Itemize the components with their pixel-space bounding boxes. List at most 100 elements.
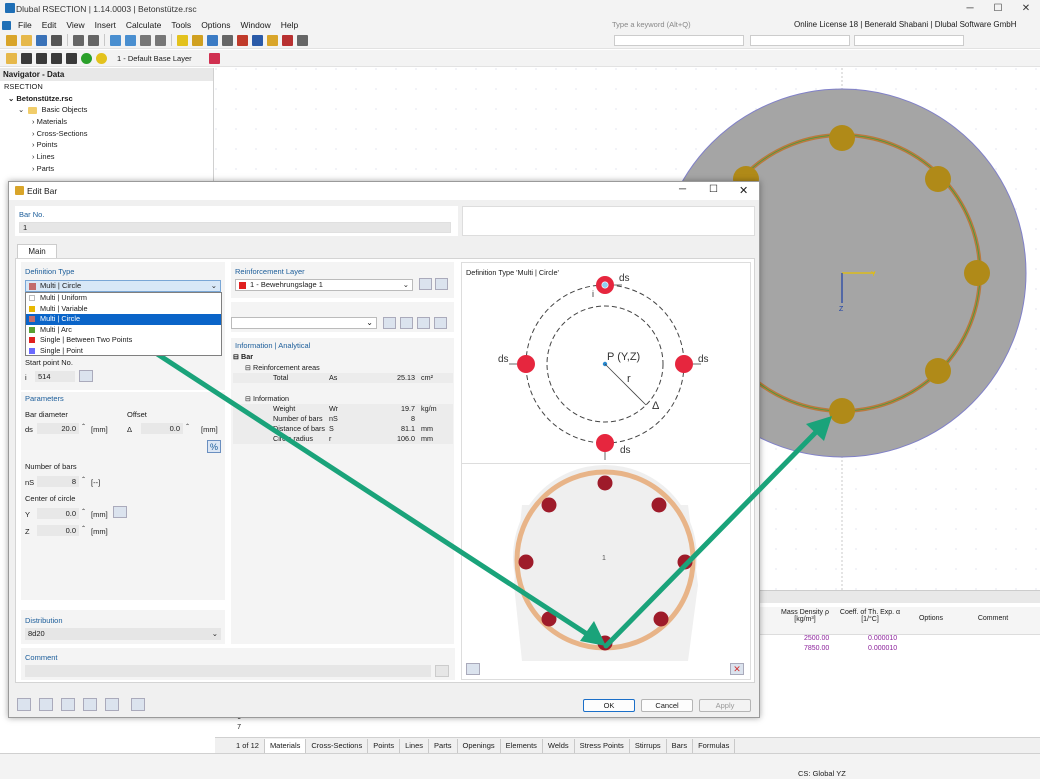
table-icon[interactable] [140,34,151,46]
comment-field[interactable] [25,665,431,677]
layer-icon[interactable] [66,52,77,64]
toolbar-dropdown[interactable] [750,35,850,46]
dialog-close-button[interactable]: ✕ [739,184,748,197]
search-icon[interactable] [17,698,31,711]
bar-diameter-field[interactable]: 20.0 [37,423,79,434]
menu-calculate[interactable]: Calculate [121,20,166,30]
cancel-button[interactable]: Cancel [641,699,693,712]
option-single-point[interactable]: Single | Point [26,346,221,357]
star-icon[interactable] [177,34,188,46]
search-input[interactable]: Type a keyword (Alt+Q) [608,19,778,31]
new-layer-icon[interactable] [419,278,432,290]
toolbar-dropdown[interactable] [854,35,964,46]
preview-reset-icon[interactable]: ✕ [730,663,744,675]
offset-field[interactable]: 0.0 [141,423,183,434]
edit-icon[interactable] [417,317,430,329]
menu-help[interactable]: Help [276,20,303,30]
layer-icon[interactable] [51,52,62,64]
cell[interactable]: 0.000010 [868,645,897,652]
new-icon[interactable] [400,317,413,329]
menu-edit[interactable]: Edit [37,20,62,30]
paint-icon[interactable] [237,34,248,46]
edit-layer-icon[interactable] [435,278,448,290]
dialog-minimize-button[interactable]: ─ [679,184,686,195]
tree-basic-objects[interactable]: ⌄ Basic Objects [4,104,213,116]
spin-icon[interactable]: ⌃ [81,476,86,483]
option-multi-variable[interactable]: Multi | Variable [26,304,221,315]
cell[interactable]: 0.000010 [868,635,897,642]
layer-icon[interactable] [21,52,32,64]
menu-window[interactable]: Window [235,20,275,30]
comment-copy-icon[interactable] [435,665,449,677]
center-z-field[interactable]: 0.0 [37,525,79,536]
menu-insert[interactable]: Insert [90,20,121,30]
tab-lines[interactable]: Lines [400,738,430,753]
result-icon[interactable] [267,34,278,46]
ok-button[interactable]: OK [583,699,635,712]
save-icon[interactable] [36,34,47,46]
minimize-button[interactable]: ─ [956,0,984,18]
tree-points[interactable]: › Points [4,139,213,151]
bulb-icon[interactable] [96,52,107,64]
spin-icon[interactable]: ⌃ [81,423,86,430]
tab-welds[interactable]: Welds [543,738,575,753]
close-button[interactable]: ✕ [1012,0,1040,18]
pencil-icon[interactable] [192,34,203,46]
dialog-maximize-button[interactable]: ☐ [709,184,718,195]
tree-cross-sections[interactable]: › Cross-Sections [4,128,213,140]
option-multi-circle[interactable]: Multi | Circle [26,314,221,325]
pin-icon[interactable] [209,52,220,64]
units-icon[interactable] [39,698,53,711]
tree-file[interactable]: ⌄ Betonstütze.rsc [4,93,213,105]
new-file-icon[interactable] [6,34,17,46]
info-bar-row[interactable]: ⊟ Bar [233,352,453,362]
layer-select[interactable]: 1 - Default Base Layer [117,54,207,63]
pick-center-icon[interactable] [113,506,127,518]
spin-icon[interactable]: ⌃ [185,423,190,430]
menu-file[interactable]: File [13,20,37,30]
view-icon[interactable] [110,34,121,46]
app-menu-icon[interactable] [2,20,11,30]
edit-icon[interactable] [6,52,17,64]
tab-points[interactable]: Points [368,738,401,753]
menu-options[interactable]: Options [196,20,235,30]
undo-icon[interactable] [73,34,84,46]
tab-elements[interactable]: Elements [501,738,543,753]
library-icon[interactable] [383,317,396,329]
option-multi-uniform[interactable]: Multi | Uniform [26,293,221,304]
tab-main[interactable]: Main [17,244,57,258]
spin-icon[interactable]: ⌃ [81,508,86,515]
tab-parts[interactable]: Parts [429,738,458,753]
tree-materials[interactable]: › Materials [4,116,213,128]
secondary-select[interactable]: ⌄ [231,317,377,329]
info-information-row[interactable]: ⊟ Information [233,394,453,404]
pick-point-icon[interactable] [79,370,93,382]
tree-lines[interactable]: › Lines [4,151,213,163]
reinf-layer-select[interactable]: 1 - Bewehrungslage 1 ⌄ [235,279,413,291]
toolbar-dropdown[interactable] [614,35,744,46]
maximize-button[interactable]: ☐ [984,0,1012,18]
table-icon[interactable] [61,698,75,711]
move-icon[interactable] [297,34,308,46]
tab-stress-points[interactable]: Stress Points [575,738,630,753]
table-icon[interactable] [155,34,166,46]
distribution-select[interactable]: 8d20 ⌄ [25,628,221,640]
redo-icon[interactable] [88,34,99,46]
layer-icon[interactable] [36,52,47,64]
grid-icon[interactable] [222,34,233,46]
spin-icon[interactable]: ⌃ [81,525,86,532]
print-icon[interactable] [51,34,62,46]
help-icon[interactable] [83,698,97,711]
apply-button[interactable]: Apply [699,699,751,712]
formula-icon[interactable] [131,698,145,711]
check-icon[interactable] [81,52,92,64]
tab-bars[interactable]: Bars [667,738,694,753]
option-multi-arc[interactable]: Multi | Arc [26,325,221,336]
menu-tools[interactable]: Tools [166,20,196,30]
tree-parts[interactable]: › Parts [4,163,213,175]
tab-formulas[interactable]: Formulas [693,738,736,753]
tree-root[interactable]: RSECTION [4,81,213,93]
def-type-select[interactable]: Multi | Circle ⌄ [25,280,221,292]
cell[interactable]: 7850.00 [804,645,829,652]
select-icon[interactable] [434,317,447,329]
